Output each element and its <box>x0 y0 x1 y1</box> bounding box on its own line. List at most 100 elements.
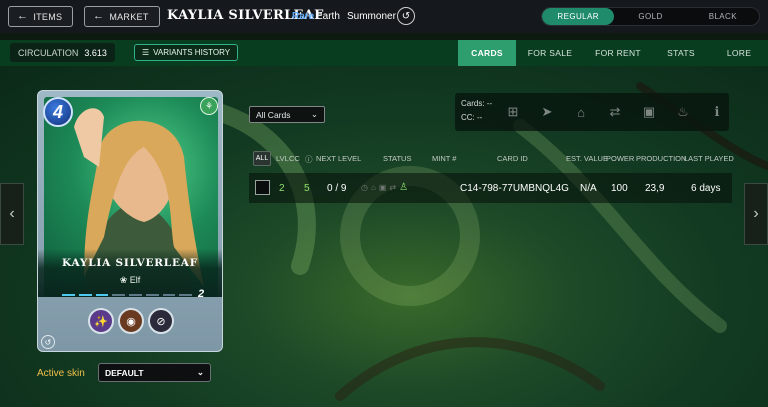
cards-filter-select[interactable]: All Cards ⌄ <box>249 106 325 123</box>
row-cc: 5 <box>304 183 310 194</box>
sub-navigation: CIRCULATION 3.613 ☰ VARIANTS HISTORY CAR… <box>0 40 768 66</box>
row-next-level: 0 / 9 <box>327 183 347 194</box>
lock-status-icon: ▣ <box>378 183 387 192</box>
circulation-label: CIRCULATION <box>18 47 79 58</box>
chevron-down-icon: ⌄ <box>196 367 204 377</box>
detail-tabs: CARDS FOR SALE FOR RENT STATS LORE <box>458 40 768 66</box>
info-icon[interactable]: ℹ <box>707 102 727 122</box>
card-race-label: Elf <box>129 275 141 285</box>
cards-filter-value: All Cards <box>256 109 291 120</box>
active-skin-select[interactable]: DEFAULT ⌄ <box>98 363 211 382</box>
col-status: STATUS <box>383 154 412 163</box>
level-pip <box>62 294 75 296</box>
transfer-icon[interactable]: ⇄ <box>605 102 625 122</box>
previous-card-button[interactable]: ‹ <box>0 183 24 245</box>
table-row[interactable]: 2 5 0 / 9 ◷ ⌂ ▣ ⇄ ♙ C14-798-77UMBNQL4G N… <box>249 173 732 203</box>
active-skin-label: Active skin <box>37 368 85 379</box>
row-level: 2 <box>279 183 285 194</box>
col-mint: MINT # <box>432 154 457 163</box>
back-arrow-icon: ← <box>17 10 29 22</box>
player-status-icon: ♙ <box>399 182 409 193</box>
card-level: 2 <box>198 288 205 300</box>
tab-cards[interactable]: CARDS <box>458 40 516 66</box>
level-pip <box>112 294 125 296</box>
level-pip <box>145 294 159 296</box>
magic-buff-icon: ✨ <box>88 308 114 334</box>
level-pip <box>129 294 142 296</box>
lock-icon[interactable]: ▣ <box>639 102 659 122</box>
element-label: Earth <box>316 11 340 22</box>
edition-black[interactable]: BLACK <box>687 8 759 25</box>
active-skin-value: DEFAULT <box>105 367 144 378</box>
row-est-value: N/A <box>580 183 597 194</box>
clock-icon: ◷ <box>361 183 368 192</box>
tab-for-rent[interactable]: FOR RENT <box>584 40 652 66</box>
rarity-label: Rare <box>292 11 315 22</box>
chevron-left-icon: ‹ <box>9 205 15 222</box>
card-type-label: Summoner <box>347 11 396 22</box>
top-header: ← ITEMS ← MARKET KAYLIA SILVERLEAF Rare … <box>0 0 768 33</box>
action-icons: ⊞ ➤ ⌂ ⇄ ▣ ♨ ℹ <box>503 102 727 122</box>
level-pip <box>179 294 192 296</box>
items-button[interactable]: ← ITEMS <box>8 6 74 27</box>
elf-icon: ❀ <box>119 275 128 285</box>
variants-history-label: VARIANTS HISTORY <box>153 48 231 57</box>
selected-cards-count: Cards: -- <box>461 99 493 108</box>
tab-lore[interactable]: LORE <box>710 40 768 66</box>
selected-cc-count: CC: -- <box>461 113 483 122</box>
slow-debuff-icon: ⊘ <box>148 308 174 334</box>
ability-list: ✨ ◉ ⊘ <box>88 308 174 334</box>
market-icon[interactable]: ⌂ <box>571 102 591 122</box>
transfer-status-icon: ⇄ <box>389 183 397 192</box>
row-production: 23,9 <box>645 183 665 194</box>
level-pip <box>95 294 109 296</box>
chevron-right-icon: › <box>753 205 759 222</box>
card-name: KAYLIA SILVERLEAF <box>61 257 198 269</box>
shield-buff-icon: ◉ <box>118 308 144 334</box>
market-button-label: MARKET <box>109 11 149 22</box>
select-all-button[interactable]: ALL <box>253 151 271 166</box>
col-card-id: CARD ID <box>497 154 528 163</box>
row-last-played: 6 days <box>691 183 721 194</box>
market-status-icon: ⌂ <box>370 183 376 192</box>
summoner-type-icon: ↺ <box>397 7 415 25</box>
level-progress <box>62 294 192 297</box>
earth-element-icon: ⚘ <box>200 97 218 115</box>
card-image: 4 ⚘ KAYLIA SILVERLEAF ❀ Elf 2 ✨ ◉ ⊘ ↺ <box>37 90 223 352</box>
card-set-icon: ↺ <box>41 335 55 349</box>
add-icon[interactable]: ⊞ <box>503 102 523 122</box>
col-last-played: LAST PLAYED <box>684 154 734 163</box>
row-status: ◷ ⌂ ▣ ⇄ ♙ <box>361 182 408 193</box>
level-pip <box>78 294 92 296</box>
tab-for-sale[interactable]: FOR SALE <box>516 40 584 66</box>
circulation-value: 3.613 <box>84 47 107 58</box>
chevron-down-icon: ⌄ <box>310 109 318 119</box>
tab-stats[interactable]: STATS <box>652 40 710 66</box>
level-pip <box>162 294 176 296</box>
next-card-button[interactable]: › <box>744 183 768 245</box>
items-button-label: ITEMS <box>33 11 63 22</box>
back-arrow-icon: ← <box>93 10 105 22</box>
market-button[interactable]: ← MARKET <box>84 6 160 27</box>
info-circle-icon[interactable]: ⓘ <box>305 154 313 165</box>
circulation: CIRCULATION 3.613 <box>10 43 115 62</box>
send-icon[interactable]: ➤ <box>537 102 557 122</box>
burn-icon[interactable]: ♨ <box>673 102 693 122</box>
card-actions-toolbar: Cards: -- CC: -- ⊞ ➤ ⌂ ⇄ ▣ ♨ ℹ <box>455 93 729 131</box>
row-checkbox[interactable] <box>255 180 270 195</box>
col-next-level: NEXT LEVEL <box>316 154 362 163</box>
col-est-value: EST. VALUE <box>566 154 608 163</box>
card-race: ❀ Elf <box>38 275 222 286</box>
row-card-id[interactable]: C14-798-77UMBNQL4G <box>460 183 569 194</box>
edition-toggle: REGULAR GOLD BLACK <box>541 7 760 26</box>
list-icon: ☰ <box>142 48 150 57</box>
col-cc: CC <box>289 154 300 163</box>
col-production: PRODUCTION <box>636 154 687 163</box>
mana-cost: 4 <box>43 97 73 127</box>
row-power: 100 <box>611 183 628 194</box>
edition-gold[interactable]: GOLD <box>614 8 686 25</box>
variants-history-button[interactable]: ☰ VARIANTS HISTORY <box>134 44 239 61</box>
col-power: POWER <box>606 154 635 163</box>
edition-regular[interactable]: REGULAR <box>542 8 615 25</box>
col-lvl: LVL <box>276 154 289 163</box>
